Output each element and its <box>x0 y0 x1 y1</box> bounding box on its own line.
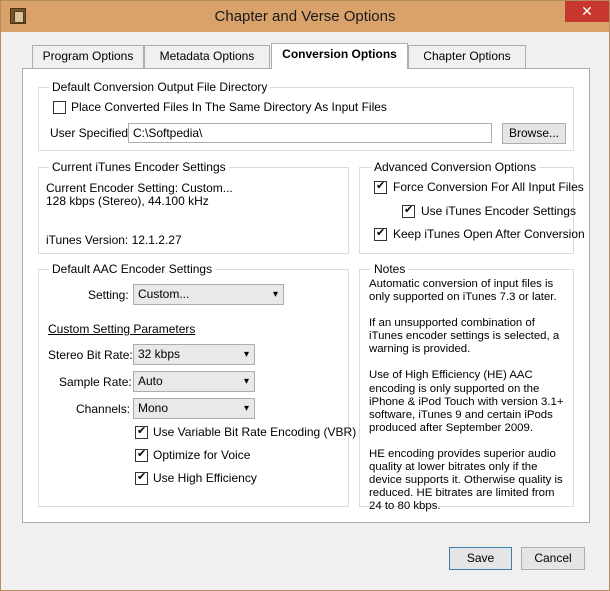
same-directory-label: Place Converted Files In The Same Direct… <box>71 100 387 114</box>
chevron-down-icon: ▾ <box>243 349 249 360</box>
vbr-label: Use Variable Bit Rate Encoding (VBR) <box>153 425 357 439</box>
note-paragraph: If an unsupported combination of iTunes … <box>369 317 560 356</box>
high-efficiency-checkbox[interactable] <box>135 470 148 485</box>
bitrate-label: Stereo Bit Rate: <box>48 348 133 362</box>
note-paragraph: Automatic conversion of input files is o… <box>369 278 557 304</box>
advanced-options-title: Advanced Conversion Options <box>371 160 540 174</box>
setting-select-value: Custom... <box>138 287 190 301</box>
cancel-button[interactable]: Cancel <box>521 547 585 570</box>
channels-label: Channels: <box>76 402 131 416</box>
notes-body: Automatic conversion of input files is o… <box>369 278 567 526</box>
optimize-voice-checkbox[interactable] <box>135 447 148 462</box>
force-conversion-checkbox[interactable] <box>374 179 387 194</box>
custom-parameters-label: Custom Setting Parameters <box>48 322 196 336</box>
vbr-checkbox[interactable] <box>135 424 148 439</box>
options-window: Chapter and Verse Options ✕ Program Opti… <box>0 0 610 591</box>
user-specified-label: User Specified: <box>50 126 132 140</box>
tab-conversion-options[interactable]: Conversion Options <box>271 43 408 69</box>
itunes-encoder-title: Current iTunes Encoder Settings <box>49 160 229 174</box>
tab-chapter-options[interactable]: Chapter Options <box>408 45 526 68</box>
use-itunes-settings-label: Use iTunes Encoder Settings <box>421 204 576 218</box>
use-itunes-settings-checkbox[interactable] <box>402 203 415 218</box>
tab-program-options[interactable]: Program Options <box>32 45 144 68</box>
channels-select[interactable]: Mono ▾ <box>133 398 255 419</box>
samplerate-select-value: Auto <box>138 374 163 388</box>
setting-select[interactable]: Custom... ▾ <box>133 284 284 305</box>
force-conversion-label: Force Conversion For All Input Files <box>393 180 584 194</box>
current-encoder-setting: Current Encoder Setting: Custom... <box>46 181 233 195</box>
channels-select-value: Mono <box>138 401 169 415</box>
browse-button[interactable]: Browse... <box>502 123 566 144</box>
user-specified-input[interactable]: C:\Softpedia\ <box>128 123 492 143</box>
encoder-details: 128 kbps (Stereo), 44.100 kHz <box>46 194 209 208</box>
keep-itunes-open-checkbox[interactable] <box>374 226 387 241</box>
title-bar[interactable]: Chapter and Verse Options ✕ <box>1 1 609 32</box>
close-button[interactable]: ✕ <box>565 1 609 22</box>
notes-title: Notes <box>371 262 409 276</box>
optimize-voice-label: Optimize for Voice <box>153 448 251 462</box>
note-paragraph: Use of High Efficiency (HE) AAC encoding… <box>369 369 564 434</box>
bitrate-select-value: 32 kbps <box>138 347 181 361</box>
chevron-down-icon: ▾ <box>272 289 278 300</box>
bitrate-select[interactable]: 32 kbps ▾ <box>133 344 255 365</box>
setting-label: Setting: <box>88 288 129 302</box>
window-title: Chapter and Verse Options <box>214 8 396 25</box>
samplerate-label: Sample Rate: <box>59 375 132 389</box>
chevron-down-icon: ▾ <box>243 376 249 387</box>
high-efficiency-label: Use High Efficiency <box>153 471 257 485</box>
same-directory-checkbox[interactable] <box>53 101 66 114</box>
itunes-version: iTunes Version: 12.1.2.27 <box>46 233 182 247</box>
save-button[interactable]: Save <box>449 547 512 570</box>
note-paragraph: HE encoding provides superior audio qual… <box>369 447 563 513</box>
chevron-down-icon: ▾ <box>243 403 249 414</box>
samplerate-select[interactable]: Auto ▾ <box>133 371 255 392</box>
tab-metadata-options[interactable]: Metadata Options <box>144 45 270 68</box>
aac-settings-title: Default AAC Encoder Settings <box>49 262 216 276</box>
output-directory-title: Default Conversion Output File Directory <box>49 80 271 94</box>
keep-itunes-open-label: Keep iTunes Open After Conversion <box>393 227 585 241</box>
